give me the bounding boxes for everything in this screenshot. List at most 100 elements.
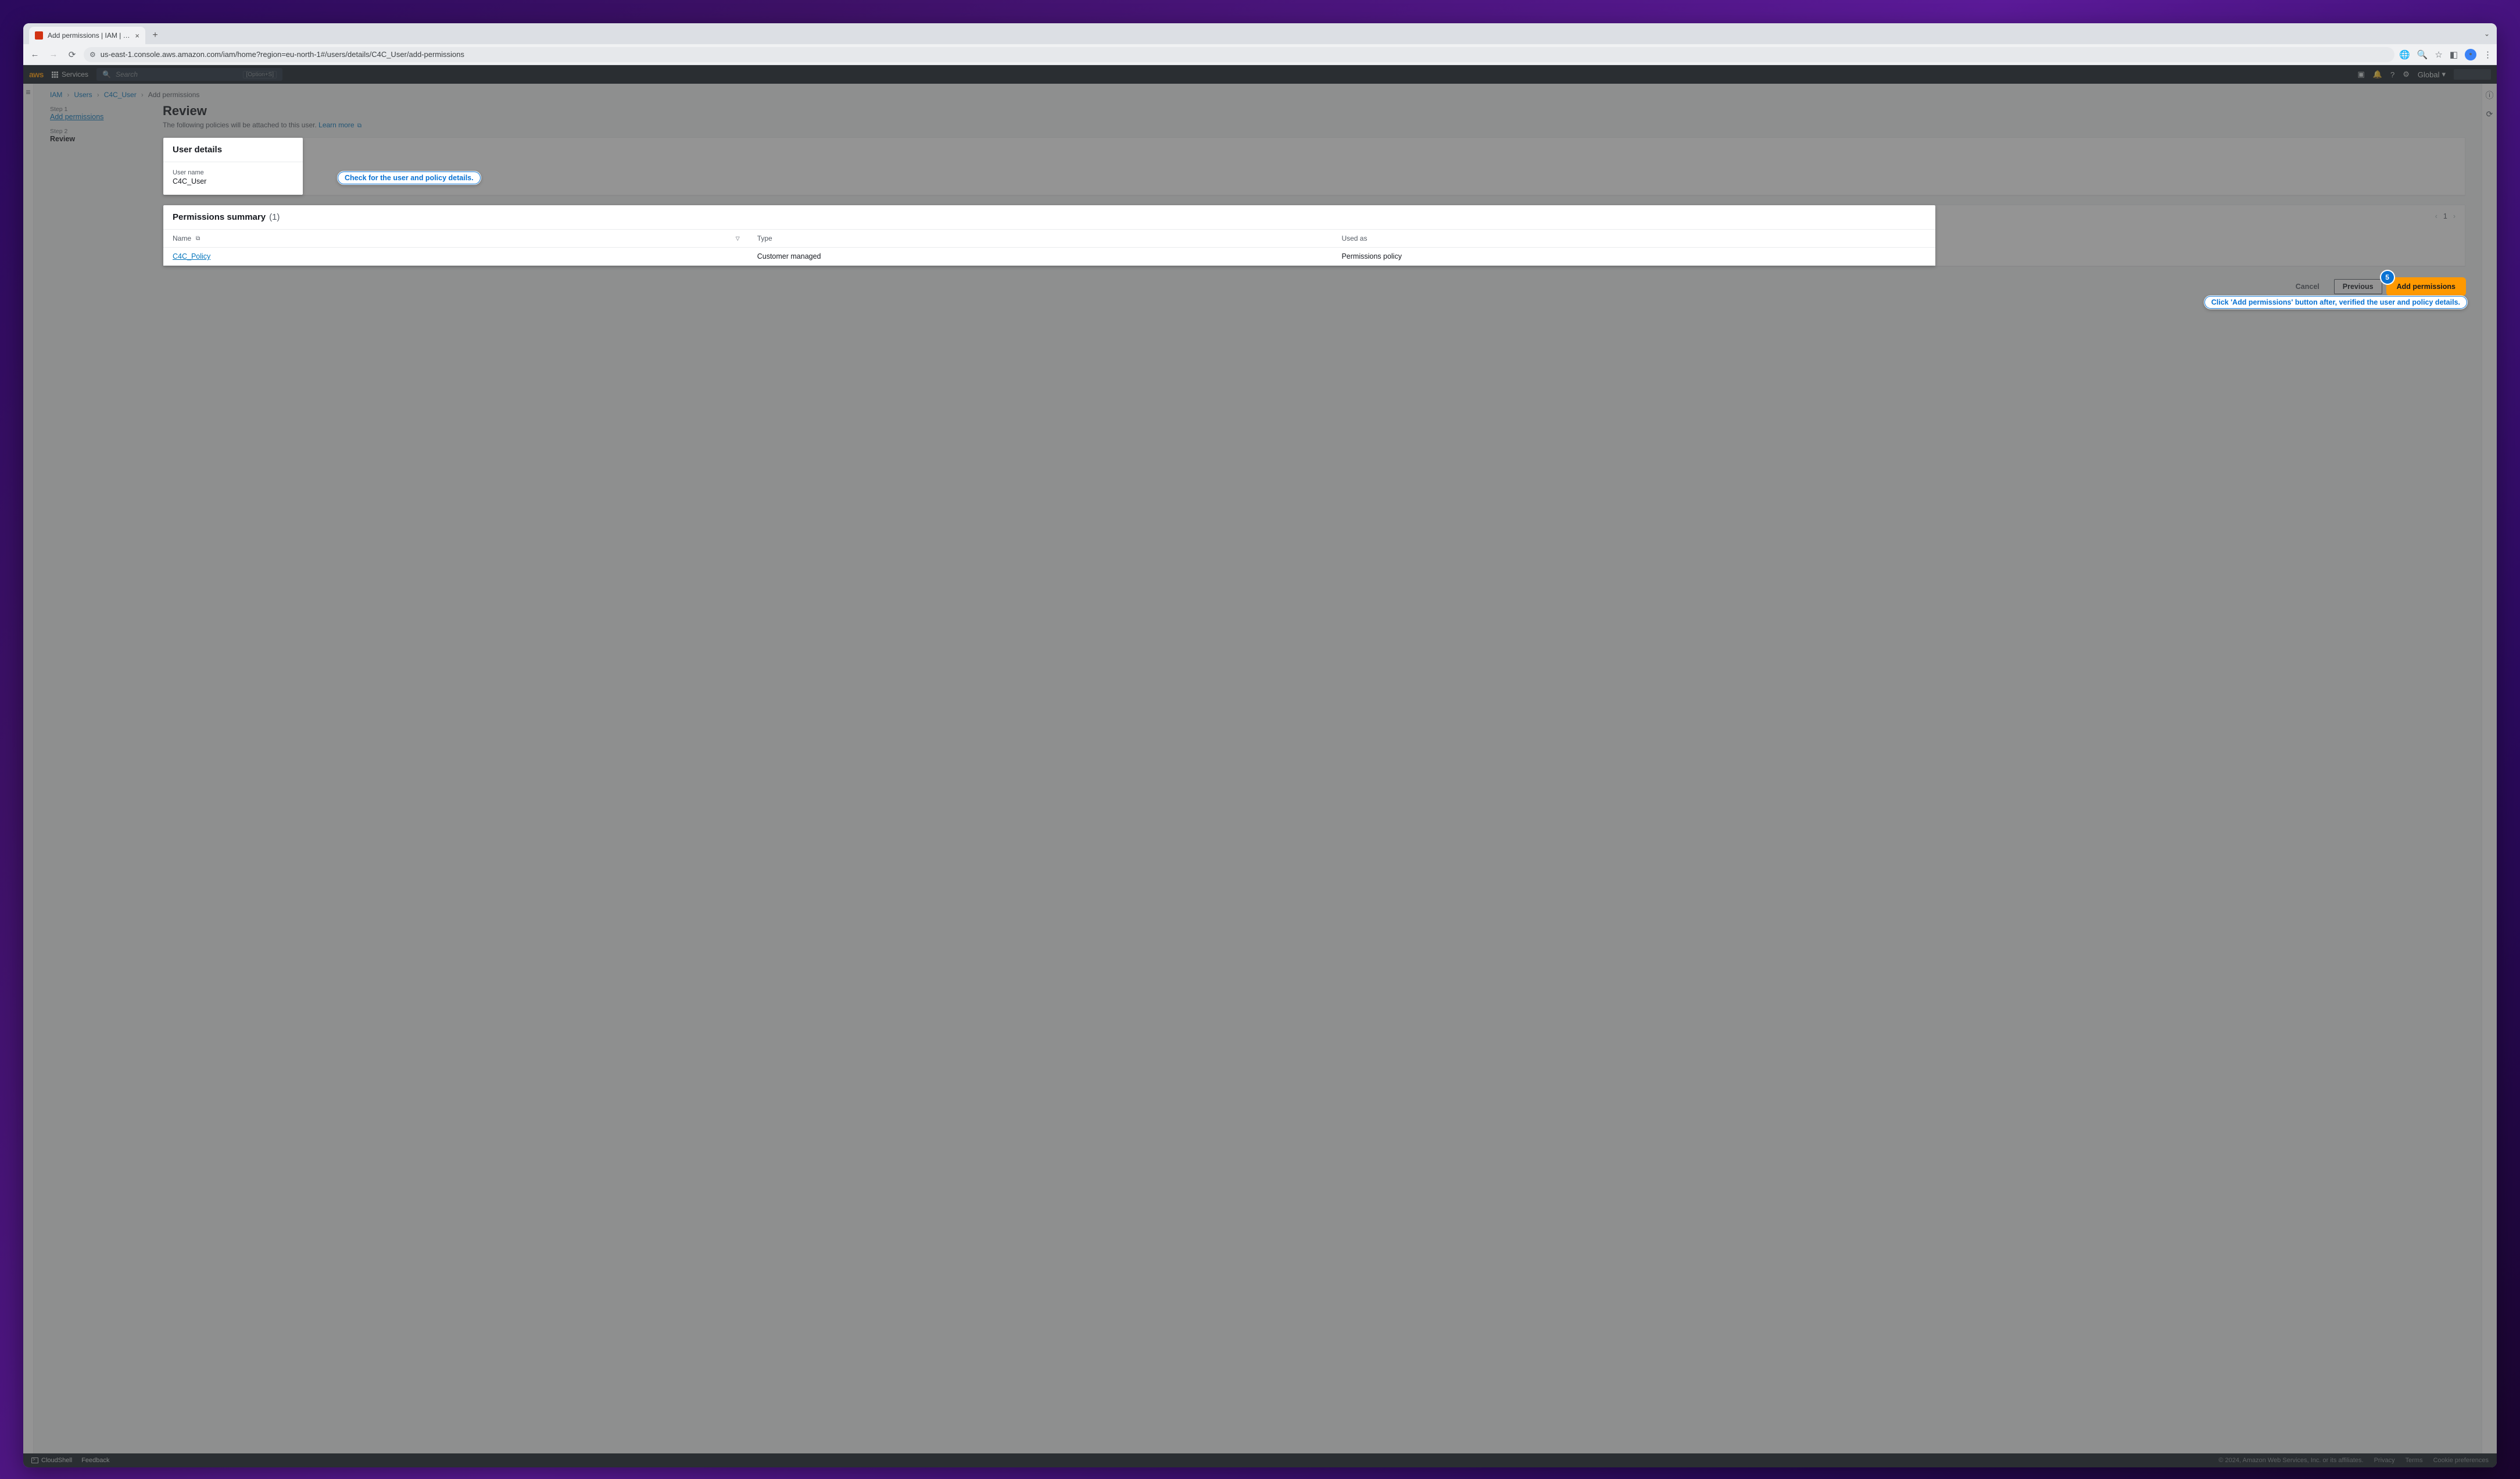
- step-2: Step 2 Review: [50, 128, 149, 143]
- notifications-icon[interactable]: 🔔: [2373, 70, 2382, 79]
- nav-back-icon[interactable]: ←: [28, 49, 42, 59]
- aws-console: aws Services 🔍 Search [Option+S] ▣ 🔔 ? ⚙…: [23, 65, 2497, 1467]
- bookmark-icon[interactable]: ☆: [2435, 49, 2442, 60]
- external-link-icon: ⧉: [196, 235, 200, 242]
- help-icon[interactable]: ?: [2390, 70, 2394, 79]
- services-grid-icon: [52, 72, 58, 78]
- step-label: Step 1: [50, 106, 149, 113]
- crumb-user[interactable]: C4C_User: [104, 91, 137, 99]
- col-used[interactable]: Used as: [1341, 234, 1926, 242]
- policy-type: Customer managed: [757, 252, 1342, 260]
- page-description: The following policies will be attached …: [163, 121, 2465, 129]
- callout-check-details: Check for the user and policy details.: [337, 171, 481, 185]
- kebab-menu-icon[interactable]: ⋮: [2483, 49, 2492, 60]
- aws-favicon: [35, 31, 43, 40]
- cloudshell-top-icon[interactable]: ▣: [2358, 70, 2365, 79]
- zoom-icon[interactable]: 🔍: [2417, 49, 2428, 60]
- main-area: IAM › Users › C4C_User › Add permissions…: [34, 84, 2482, 1453]
- new-tab-button[interactable]: +: [148, 28, 163, 43]
- crumb-current: Add permissions: [148, 91, 200, 99]
- policy-link[interactable]: C4C_Policy: [173, 252, 210, 260]
- left-collapse-handle[interactable]: ≡: [23, 84, 34, 1453]
- pager-page: 1: [2443, 212, 2447, 220]
- col-type[interactable]: Type: [757, 234, 1342, 242]
- tab-title: Add permissions | IAM | Glob: [48, 31, 130, 40]
- info-icon[interactable]: ⓘ: [2486, 90, 2494, 101]
- pager-next-icon: ›: [2453, 212, 2455, 220]
- learn-more-link[interactable]: Learn more ⧉: [318, 121, 361, 129]
- settings-icon[interactable]: ⚙: [2403, 70, 2410, 79]
- col-type-label: Type: [757, 234, 772, 242]
- extensions-icon[interactable]: ◧: [2450, 49, 2458, 60]
- aws-top-bar: aws Services 🔍 Search [Option+S] ▣ 🔔 ? ⚙…: [23, 65, 2497, 84]
- step-list: Step 1 Add permissions Step 2 Review: [50, 103, 149, 150]
- right-rail: ⓘ ⟳: [2482, 84, 2497, 1453]
- permissions-count: (1): [269, 212, 280, 222]
- region-selector[interactable]: Global ▾: [2418, 70, 2446, 79]
- cloudshell-icon: [31, 1457, 38, 1463]
- col-name-label: Name: [173, 234, 191, 242]
- close-tab-icon[interactable]: ×: [135, 31, 139, 40]
- step-1-link[interactable]: Add permissions: [50, 113, 149, 121]
- add-permissions-button[interactable]: Add permissions: [2388, 279, 2464, 294]
- aws-logo[interactable]: aws: [29, 70, 44, 79]
- url-field[interactable]: ⚙ us-east-1.console.aws.amazon.com/iam/h…: [84, 47, 2394, 62]
- copyright: © 2024, Amazon Web Services, Inc. or its…: [2218, 1457, 2363, 1464]
- user-name-value: C4C_User: [173, 177, 293, 185]
- action-row: Cancel Previous 5 Add permissions Click …: [163, 276, 2465, 299]
- browser-tab[interactable]: Add permissions | IAM | Glob ×: [29, 27, 145, 44]
- user-details-panel-full: User details User name C4C_User x: [163, 137, 2465, 195]
- history-icon[interactable]: ⟳: [2486, 109, 2493, 119]
- search-placeholder: Search: [116, 70, 138, 78]
- previous-button[interactable]: Previous: [2334, 279, 2382, 294]
- chevron-right-icon: ›: [97, 91, 99, 99]
- terms-link[interactable]: Terms: [2406, 1457, 2423, 1464]
- col-name[interactable]: Name ⧉ ▽: [173, 234, 757, 242]
- user-details-body: User name C4C_User: [163, 162, 303, 195]
- chevron-right-icon: ›: [141, 91, 144, 99]
- services-menu[interactable]: Services: [52, 70, 88, 78]
- user-details-title: User details: [173, 145, 222, 155]
- tabs-dropdown-icon[interactable]: ⌄: [2484, 30, 2490, 38]
- policy-used-as: Permissions policy: [1341, 252, 1926, 260]
- step-badge-5: 5: [2381, 271, 2394, 284]
- pager-prev-icon: ‹: [2435, 212, 2437, 220]
- desc-text: The following policies will be attached …: [163, 121, 318, 129]
- site-controls-icon[interactable]: ⚙: [90, 51, 96, 59]
- step-1: Step 1 Add permissions: [50, 106, 149, 121]
- permissions-highlight: Permissions summary (1) Name ⧉ ▽: [163, 205, 1935, 266]
- nav-forward-icon: →: [46, 49, 60, 59]
- account-menu[interactable]: [2454, 69, 2491, 80]
- wizard-row: Step 1 Add permissions Step 2 Review Rev…: [34, 101, 2482, 310]
- region-label: Global: [2418, 70, 2440, 79]
- privacy-link[interactable]: Privacy: [2374, 1457, 2395, 1464]
- learn-more-label: Learn more: [318, 121, 354, 129]
- feedback-link[interactable]: Feedback: [81, 1457, 109, 1464]
- aws-footer: CloudShell Feedback © 2024, Amazon Web S…: [23, 1453, 2497, 1467]
- user-name-label: User name: [173, 169, 293, 176]
- services-label: Services: [62, 70, 88, 78]
- crumb-users[interactable]: Users: [74, 91, 92, 99]
- step-label: Step 2: [50, 128, 149, 135]
- permissions-header: Permissions summary (1): [163, 205, 1935, 230]
- sort-icon[interactable]: ▽: [736, 235, 757, 242]
- user-details-highlight: User details User name C4C_User: [163, 138, 303, 195]
- cloudshell-link[interactable]: CloudShell: [31, 1457, 72, 1464]
- translate-icon[interactable]: 🌐: [2399, 49, 2410, 60]
- user-details-header: User details: [163, 138, 303, 162]
- page-title: Review: [163, 103, 2465, 119]
- aws-search[interactable]: 🔍 Search [Option+S]: [96, 68, 282, 81]
- nav-reload-icon[interactable]: ⟳: [65, 49, 79, 60]
- search-icon: 🔍: [102, 70, 111, 78]
- permissions-title: Permissions summary: [173, 212, 266, 222]
- pager: ‹ 1 ›: [2435, 212, 2455, 220]
- profile-avatar[interactable]: •: [2465, 49, 2476, 60]
- crumb-iam[interactable]: IAM: [50, 91, 62, 99]
- permissions-table-header: Name ⧉ ▽ Type Used as: [163, 230, 1935, 248]
- content-column: Review The following policies will be at…: [163, 103, 2465, 299]
- cloudshell-label: CloudShell: [41, 1457, 72, 1464]
- cookies-link[interactable]: Cookie preferences: [2433, 1457, 2489, 1464]
- cancel-button[interactable]: Cancel: [2287, 279, 2328, 294]
- step-2-name: Review: [50, 135, 149, 143]
- external-link-icon: ⧉: [357, 123, 361, 129]
